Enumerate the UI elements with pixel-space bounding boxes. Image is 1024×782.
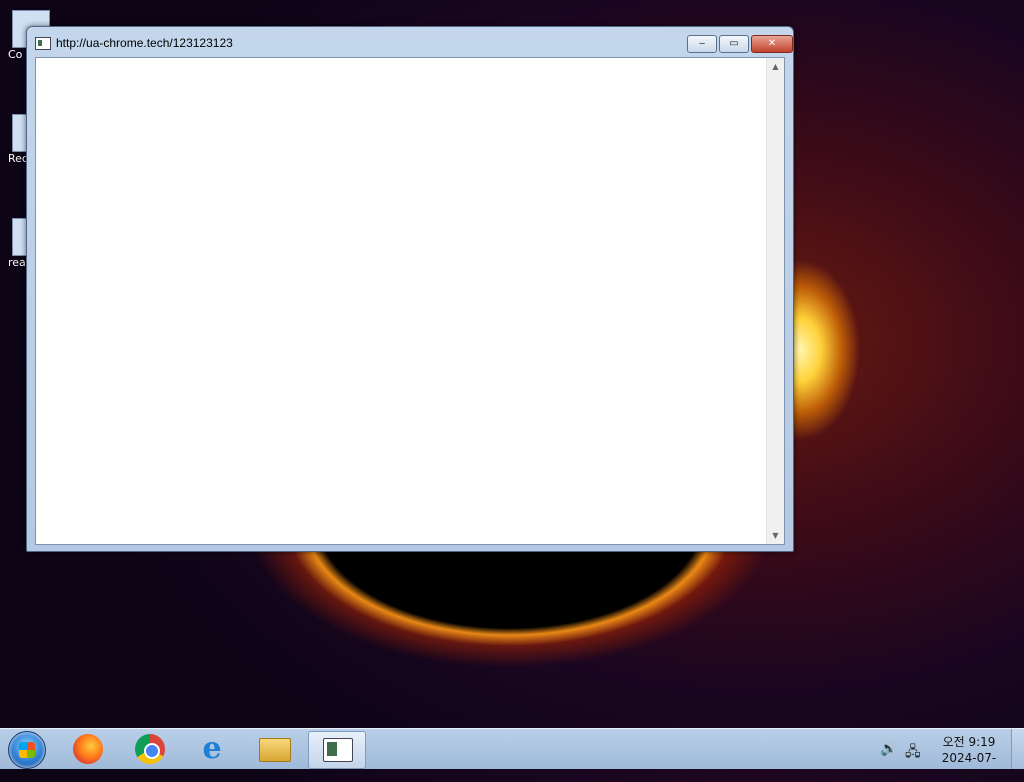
window-content[interactable]: ▲ ▼ [35, 57, 785, 545]
clock-time: 오전 9:19 [942, 735, 996, 749]
chrome-icon [135, 734, 165, 764]
close-button[interactable]: ✕ [751, 35, 793, 53]
clock-date: 2024-07-31 [941, 751, 997, 781]
window-icon [35, 37, 51, 50]
taskbar-file-explorer[interactable] [246, 731, 302, 767]
window-title: http://ua-chrome.tech/123123123 [56, 36, 233, 50]
ie-icon: e [202, 731, 222, 766]
taskbar-chrome[interactable] [122, 731, 178, 767]
folder-icon [259, 738, 291, 762]
taskbar: e 🔊 🖧 오전 9:19 2024-07-31 [0, 728, 1024, 781]
taskbar-internet-explorer[interactable]: e [184, 731, 240, 767]
maximize-button[interactable]: ▭ [719, 35, 749, 53]
show-desktop-button[interactable] [1011, 729, 1024, 769]
taskbar-firefox[interactable] [60, 731, 116, 767]
network-icon[interactable]: 🖧 [905, 741, 921, 765]
volume-icon[interactable]: 🔊 [880, 741, 897, 757]
minimize-button[interactable]: ‒ [687, 35, 717, 53]
taskbar-active-window[interactable] [308, 731, 366, 769]
firefox-icon [73, 734, 103, 764]
scroll-up-arrow-icon[interactable]: ▲ [767, 58, 784, 75]
scroll-down-arrow-icon[interactable]: ▼ [767, 527, 784, 544]
popup-window: http://ua-chrome.tech/123123123 ‒ ▭ ✕ ▲ … [26, 26, 794, 552]
start-button[interactable] [8, 731, 46, 769]
window-icon [323, 738, 353, 762]
window-titlebar[interactable]: http://ua-chrome.tech/123123123 ‒ ▭ ✕ [27, 27, 793, 57]
taskbar-clock[interactable]: 오전 9:19 2024-07-31 [936, 734, 1002, 782]
vertical-scrollbar[interactable]: ▲ ▼ [766, 58, 784, 544]
